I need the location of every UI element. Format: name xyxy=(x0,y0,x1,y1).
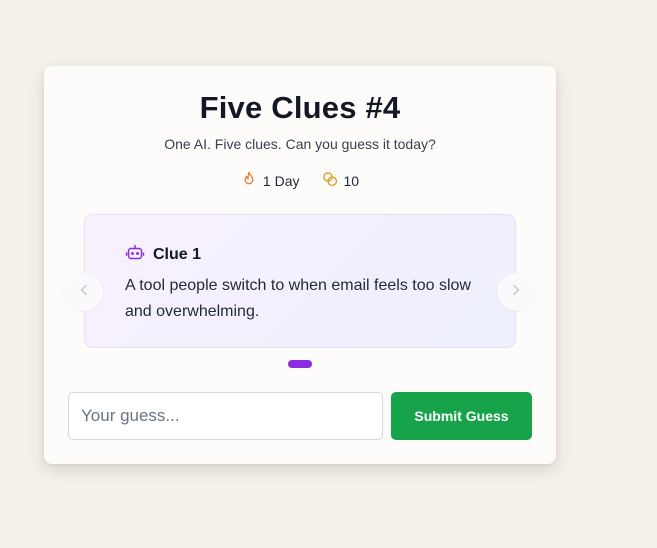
robot-icon xyxy=(125,242,145,267)
coins-stat: 10 xyxy=(322,171,360,190)
coins-icon xyxy=(322,171,338,190)
page-subtitle: One AI. Five clues. Can you guess it tod… xyxy=(164,136,436,152)
chevron-right-icon xyxy=(509,283,523,302)
coins-label: 10 xyxy=(343,172,360,189)
streak-label: 1 Day xyxy=(262,172,300,189)
page-title: Five Clues #4 xyxy=(199,90,401,125)
next-clue-button[interactable] xyxy=(497,273,535,311)
carousel-dot-active[interactable] xyxy=(288,360,312,368)
clue-panel: Clue 1 A tool people switch to when emai… xyxy=(84,214,516,348)
clue-text: A tool people switch to when email feels… xyxy=(125,277,471,320)
chevron-left-icon xyxy=(77,283,91,302)
submit-guess-button[interactable]: Submit Guess xyxy=(391,392,532,440)
game-card: Five Clues #4 One AI. Five clues. Can yo… xyxy=(44,66,556,464)
guess-input[interactable] xyxy=(68,392,383,440)
clue-header: Clue 1 xyxy=(125,242,201,267)
previous-clue-button[interactable] xyxy=(65,273,103,311)
stats-bar: 1 Day 10 xyxy=(44,171,556,190)
clue-heading: Clue 1 xyxy=(153,245,202,263)
streak-stat: 1 Day xyxy=(241,171,300,190)
flame-icon xyxy=(241,171,257,190)
